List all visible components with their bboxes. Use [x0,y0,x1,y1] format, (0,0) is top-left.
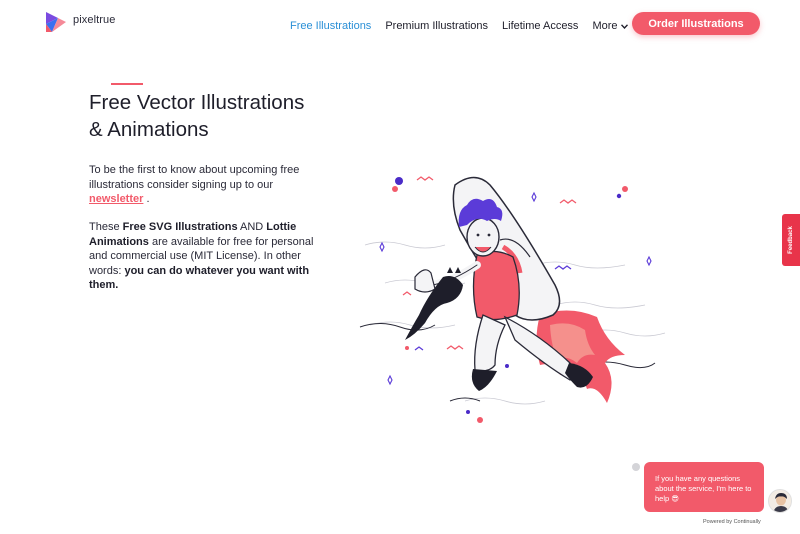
newsletter-paragraph: To be the first to know about upcoming f… [89,163,329,207]
title-accent-line [111,83,143,85]
p2-text-a: These [89,221,123,233]
chat-message-bubble[interactable]: If you have any questions about the serv… [644,462,764,512]
pixeltrue-logo-icon [46,12,66,32]
hero-illustration [359,176,666,423]
page-title: Free Vector Illustrations & Animations [89,89,349,143]
avatar-icon [769,490,791,512]
newsletter-link[interactable]: newsletter [89,193,143,205]
title-line-2: & Animations [89,118,209,141]
site-header: pixeltrue Free Illustrations Premium Ill… [0,0,800,52]
p2-text-c: AND [237,221,267,233]
feedback-label: Feedback [788,226,794,254]
feedback-tab[interactable]: Feedback [782,214,800,266]
license-paragraph: These Free SVG Illustrations AND Lottie … [89,220,329,293]
nav-premium-illustrations[interactable]: Premium Illustrations [385,20,488,32]
logo-text: pixeltrue [73,13,116,26]
nav-free-illustrations[interactable]: Free Illustrations [290,20,371,32]
title-line-1: Free Vector Illustrations [89,91,305,114]
nav-lifetime-access[interactable]: Lifetime Access [502,20,578,32]
close-icon[interactable] [632,463,640,471]
p2-bold-svg: Free SVG Illustrations [122,221,238,233]
chevron-down-icon [620,23,628,29]
order-illustrations-button[interactable]: Order Illustrations [632,12,760,35]
logo[interactable]: pixeltrue [44,10,115,34]
nav-more-label: More [592,20,618,32]
nav-more[interactable]: More [592,20,628,32]
avatar[interactable] [768,489,792,513]
p1-text: To be the first to know about upcoming f… [89,164,300,191]
powered-by-text: Powered by Continually [703,519,761,525]
p1-end: . [143,193,150,205]
main-nav: Free Illustrations Premium Illustrations… [290,20,642,32]
